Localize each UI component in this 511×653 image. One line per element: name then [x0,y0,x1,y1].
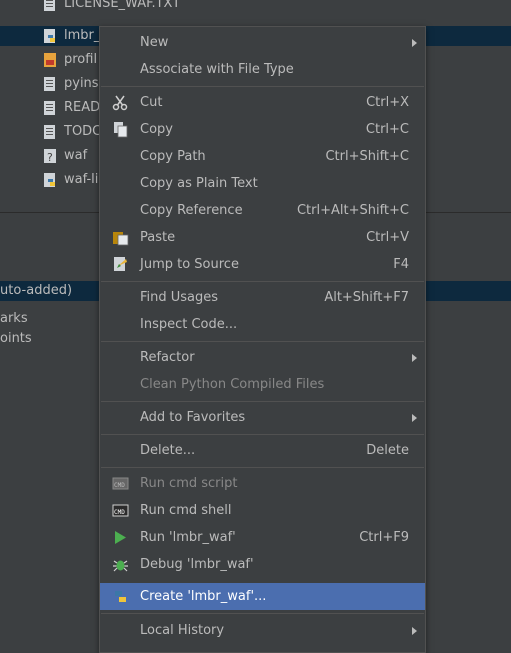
menu-item-refactor[interactable]: Refactor [100,344,425,371]
menu-separator [101,341,424,342]
menu-item-shortcut: F4 [393,257,409,272]
tree-item-label: pyinst [64,76,104,91]
python-file-icon [44,29,55,43]
scissors-icon [112,95,128,111]
menu-item-label: Run 'lmbr_waf' [140,530,236,545]
list-item-label: oints [0,331,32,346]
menu-item-copy[interactable]: Copy Ctrl+C [100,116,425,143]
debug-icon [113,560,128,572]
menu-item-label: Copy [140,122,173,137]
cmd-icon: CMD [112,504,129,517]
menu-item-label: Copy as Plain Text [140,176,258,191]
tree-item-label: waf-li [64,172,99,187]
menu-item-shortcut: Ctrl+C [365,122,409,137]
menu-item-label: Run cmd script [140,476,238,491]
menu-item-clean-python[interactable]: Clean Python Compiled Files [100,371,425,398]
menu-item-paste[interactable]: Paste Ctrl+V [100,224,425,251]
menu-item-label: Copy Path [140,149,206,164]
menu-item-label: Debug 'lmbr_waf' [140,557,254,572]
list-item-label: arks [0,311,28,326]
menu-separator [101,613,424,614]
text-file-icon [44,0,55,11]
submenu-arrow-icon [412,627,417,635]
menu-item-shortcut: Delete [366,443,409,458]
menu-item-shortcut: Ctrl+F9 [359,530,409,545]
menu-item-label: Clean Python Compiled Files [140,377,325,392]
text-file-icon [44,125,55,139]
tree-item-label: profil [64,52,98,67]
python-file-icon [44,173,55,187]
menu-item-label: New [140,35,169,50]
submenu-arrow-icon [412,354,417,362]
menu-item-jump-to-source[interactable]: Jump to Source F4 [100,251,425,278]
menu-item-add-to-favorites[interactable]: Add to Favorites [100,404,425,431]
unknown-file-icon: ? [44,149,56,164]
tree-item-label: LICENSE_WAF.TXT [64,0,181,11]
tree-item-label: lmbr_ [64,28,101,43]
menu-separator [101,467,424,468]
menu-item-label: Copy Reference [140,203,243,218]
menu-item-label: Associate with File Type [140,62,294,77]
menu-item-shortcut: Ctrl+Alt+Shift+C [296,203,409,218]
menu-item-new[interactable]: New [100,29,425,56]
menu-item-label: Local History [140,623,225,638]
menu-item-cut[interactable]: Cut Ctrl+X [100,89,425,116]
menu-item-debug[interactable]: Debug 'lmbr_waf' [100,551,425,578]
menu-separator [101,401,424,402]
menu-item-find-usages[interactable]: Find Usages Alt+Shift+F7 [100,284,425,311]
svg-text:?: ? [47,151,53,164]
menu-item-associate[interactable]: Associate with File Type [100,56,425,83]
python-icon [115,591,126,602]
menu-item-label: Inspect Code... [140,317,238,332]
tree-item-label: READ [64,100,101,115]
menu-item-copy-reference[interactable]: Copy Reference Ctrl+Alt+Shift+C [100,197,425,224]
menu-item-run-cmd-shell[interactable]: CMD Run cmd shell [100,497,425,524]
menu-item-copy-plain-text[interactable]: Copy as Plain Text [100,170,425,197]
menu-separator [101,86,424,87]
menu-item-label: Delete... [140,443,196,458]
menu-item-label: Refactor [140,350,195,365]
menu-item-shortcut: Alt+Shift+F7 [324,290,409,305]
menu-item-shortcut: Ctrl+V [366,230,409,245]
config-file-icon [44,53,56,67]
tree-item-label: TODC [64,124,102,139]
menu-item-label: Run cmd shell [140,503,232,518]
list-item[interactable]: oints [0,329,32,349]
paste-icon [113,232,129,246]
list-item[interactable]: arks [0,309,28,329]
menu-item-inspect-code[interactable]: Inspect Code... [100,311,425,338]
menu-item-local-history[interactable]: Local History [100,617,425,644]
menu-item-label: Add to Favorites [140,410,246,425]
menu-separator [101,434,424,435]
menu-item-shortcut: Ctrl+X [366,95,409,110]
jump-to-source-icon [114,257,127,271]
menu-item-shortcut: Ctrl+Shift+C [325,149,409,164]
menu-item-label: Find Usages [140,290,219,305]
menu-item-create-config[interactable]: Create 'lmbr_waf'... [100,583,425,610]
menu-item-label: Cut [140,95,163,110]
menu-item-label: Create 'lmbr_waf'... [140,589,267,604]
text-file-icon [44,77,55,91]
submenu-arrow-icon [412,414,417,422]
menu-item-label: Paste [140,230,176,245]
tree-item-label: waf [64,148,88,163]
menu-separator [101,281,424,282]
copy-icon [114,122,128,138]
menu-item-copy-path[interactable]: Copy Path Ctrl+Shift+C [100,143,425,170]
run-icon [115,531,126,544]
menu-item-delete[interactable]: Delete... Delete [100,437,425,464]
text-file-icon [44,101,55,115]
submenu-arrow-icon [412,39,417,47]
menu-item-label: Jump to Source [140,257,239,272]
context-menu: New Associate with File Type Cut Ctrl+X … [99,26,426,653]
list-item-label: uto-added) [0,283,73,298]
svg-text:CMD: CMD [114,482,125,489]
cmd-icon: CMD [112,477,129,490]
menu-item-run-cmd-script[interactable]: CMD Run cmd script [100,470,425,497]
menu-item-run[interactable]: Run 'lmbr_waf' Ctrl+F9 [100,524,425,551]
svg-text:CMD: CMD [114,509,125,516]
